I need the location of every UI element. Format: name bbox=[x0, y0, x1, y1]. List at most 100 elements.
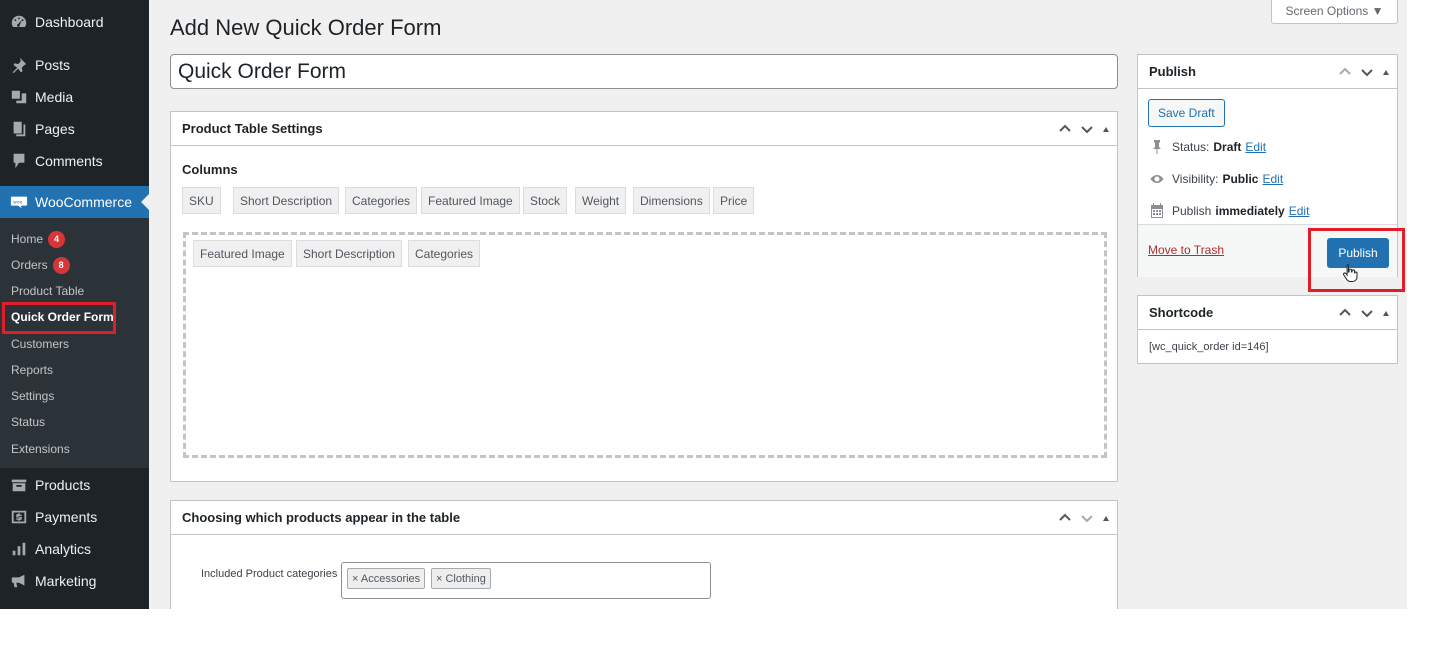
submenu-item-extensions[interactable]: Extensions bbox=[11, 440, 70, 458]
selected-columns-dropzone[interactable]: Featured Image Short Description Categor… bbox=[183, 232, 1107, 458]
column-chip-sku[interactable]: SKU bbox=[182, 187, 221, 214]
sidebar-item-label: Marketing bbox=[35, 573, 97, 589]
post-title-input[interactable]: Quick Order Form bbox=[170, 54, 1118, 89]
sidebar-item-pages[interactable]: Pages bbox=[0, 113, 149, 145]
edit-publish-date-link[interactable]: Edit bbox=[1289, 204, 1310, 218]
sidebar-item-analytics[interactable]: Analytics bbox=[0, 533, 149, 565]
postbox-header[interactable]: Product Table Settings bbox=[171, 112, 1117, 146]
move-down-icon[interactable] bbox=[1359, 305, 1375, 321]
visibility-value: Public bbox=[1222, 172, 1259, 186]
submenu-item-label: Home bbox=[11, 232, 44, 246]
submenu-item-home[interactable]: Home 4 bbox=[11, 230, 66, 248]
move-up-icon[interactable] bbox=[1337, 305, 1353, 321]
selected-column-chip[interactable]: Short Description bbox=[296, 240, 403, 267]
category-tag-accessories[interactable]: × Accessories bbox=[347, 568, 426, 589]
toggle-panel-icon[interactable] bbox=[1383, 310, 1389, 316]
sidebar-item-label: Payments bbox=[35, 509, 98, 525]
sidebar-item-label: WooCommerce bbox=[35, 194, 132, 210]
submenu-item-status[interactable]: Status bbox=[11, 413, 45, 431]
column-chip-weight[interactable]: Weight bbox=[575, 187, 627, 214]
dashboard-icon bbox=[9, 12, 29, 32]
sidebar-item-dashboard[interactable]: Dashboard bbox=[0, 6, 149, 38]
product-table-settings-box: Product Table Settings Columns SKU Short… bbox=[170, 111, 1118, 482]
postbox-handles bbox=[1337, 55, 1389, 89]
move-up-icon[interactable] bbox=[1057, 121, 1073, 137]
submenu-item-customers[interactable]: Customers bbox=[11, 335, 69, 353]
column-chip-stock[interactable]: Stock bbox=[523, 187, 568, 214]
move-up-icon[interactable] bbox=[1057, 510, 1073, 526]
pin-icon bbox=[1148, 138, 1166, 156]
pin-icon bbox=[9, 55, 29, 75]
sidebar-item-products[interactable]: Products bbox=[0, 469, 149, 501]
column-chip-featured-image[interactable]: Featured Image bbox=[421, 187, 520, 214]
sidebar-item-label: Analytics bbox=[35, 541, 92, 557]
postbox-header[interactable]: Publish bbox=[1138, 55, 1397, 89]
submenu-item-product-table[interactable]: Product Table bbox=[11, 282, 84, 300]
postbox-handles bbox=[1057, 501, 1109, 535]
included-categories-select[interactable]: × Accessories × Clothing bbox=[341, 562, 711, 599]
toggle-panel-icon[interactable] bbox=[1103, 126, 1109, 132]
column-chip-categories[interactable]: Categories bbox=[345, 187, 418, 214]
eye-icon bbox=[1148, 170, 1166, 188]
sidebar-item-woocommerce[interactable]: woo WooCommerce bbox=[0, 186, 149, 218]
chart-bar-icon bbox=[9, 539, 29, 559]
column-chip-short-description[interactable]: Short Description bbox=[233, 187, 340, 214]
media-icon bbox=[9, 87, 29, 107]
columns-label: Columns bbox=[182, 162, 238, 177]
woocommerce-submenu: Home 4 Orders 8 Product Table Quick Orde… bbox=[0, 218, 149, 468]
page-title: Add New Quick Order Form bbox=[170, 15, 442, 40]
move-down-icon[interactable] bbox=[1359, 64, 1375, 80]
megaphone-icon bbox=[9, 571, 29, 591]
status-row: Status: Draft Edit bbox=[1148, 138, 1266, 156]
woo-icon: woo bbox=[9, 192, 29, 212]
visibility-row: Visibility: Public Edit bbox=[1148, 170, 1283, 188]
submenu-item-reports[interactable]: Reports bbox=[11, 361, 53, 379]
publish-value: immediately bbox=[1215, 204, 1285, 218]
sidebar-item-label: Posts bbox=[35, 57, 71, 73]
move-up-icon[interactable] bbox=[1337, 64, 1353, 80]
included-categories-label: Included Product categories bbox=[201, 568, 338, 580]
move-down-icon[interactable] bbox=[1079, 121, 1095, 137]
sidebar-item-label: Dashboard bbox=[35, 14, 104, 30]
sidebar-item-posts[interactable]: Posts bbox=[0, 49, 149, 81]
status-label: Status: bbox=[1172, 140, 1210, 154]
postbox-header[interactable]: Choosing which products appear in the ta… bbox=[171, 501, 1117, 535]
move-to-trash-link[interactable]: Move to Trash bbox=[1148, 243, 1224, 257]
admin-sidebar: Dashboard Posts Media Pages Comments woo… bbox=[0, 0, 149, 609]
submenu-item-orders[interactable]: Orders 8 bbox=[11, 256, 70, 274]
move-down-icon[interactable] bbox=[1079, 510, 1095, 526]
postbox-title: Choosing which products appear in the ta… bbox=[182, 510, 461, 525]
count-badge: 4 bbox=[48, 230, 66, 248]
wp-admin-screen: Dashboard Posts Media Pages Comments woo… bbox=[0, 0, 1407, 609]
edit-visibility-link[interactable]: Edit bbox=[1262, 172, 1283, 186]
submenu-item-settings[interactable]: Settings bbox=[11, 387, 54, 405]
save-draft-button[interactable]: Save Draft bbox=[1148, 99, 1225, 127]
sidebar-item-marketing[interactable]: Marketing bbox=[0, 565, 149, 597]
publish-date-row: Publish immediately Edit bbox=[1148, 202, 1309, 220]
edit-status-link[interactable]: Edit bbox=[1245, 140, 1266, 154]
screen-options-button[interactable]: Screen Options ▼ bbox=[1271, 0, 1398, 24]
postbox-title: Publish bbox=[1149, 64, 1196, 79]
money-icon bbox=[9, 507, 29, 527]
category-tag-clothing[interactable]: × Clothing bbox=[431, 568, 491, 589]
toggle-panel-icon[interactable] bbox=[1383, 69, 1389, 75]
sidebar-item-media[interactable]: Media bbox=[0, 81, 149, 113]
calendar-icon bbox=[1148, 202, 1166, 220]
current-menu-arrow bbox=[141, 194, 149, 210]
postbox-header[interactable]: Shortcode bbox=[1138, 296, 1397, 330]
sidebar-item-comments[interactable]: Comments bbox=[0, 145, 149, 177]
selected-column-chip[interactable]: Featured Image bbox=[193, 240, 292, 267]
sidebar-item-label: Products bbox=[35, 477, 91, 493]
publish-label: Publish bbox=[1172, 204, 1212, 218]
column-chip-dimensions[interactable]: Dimensions bbox=[633, 187, 710, 214]
status-value: Draft bbox=[1213, 140, 1242, 154]
column-chip-price[interactable]: Price bbox=[713, 187, 755, 214]
sidebar-item-label: Media bbox=[35, 89, 74, 105]
selected-column-chip[interactable]: Categories bbox=[408, 240, 481, 267]
choosing-products-box: Choosing which products appear in the ta… bbox=[170, 500, 1118, 609]
sidebar-item-payments[interactable]: Payments bbox=[0, 501, 149, 533]
svg-text:woo: woo bbox=[13, 200, 22, 205]
shortcode-value: [wc_quick_order id=146] bbox=[1149, 341, 1269, 353]
comment-icon bbox=[9, 151, 29, 171]
toggle-panel-icon[interactable] bbox=[1103, 515, 1109, 521]
